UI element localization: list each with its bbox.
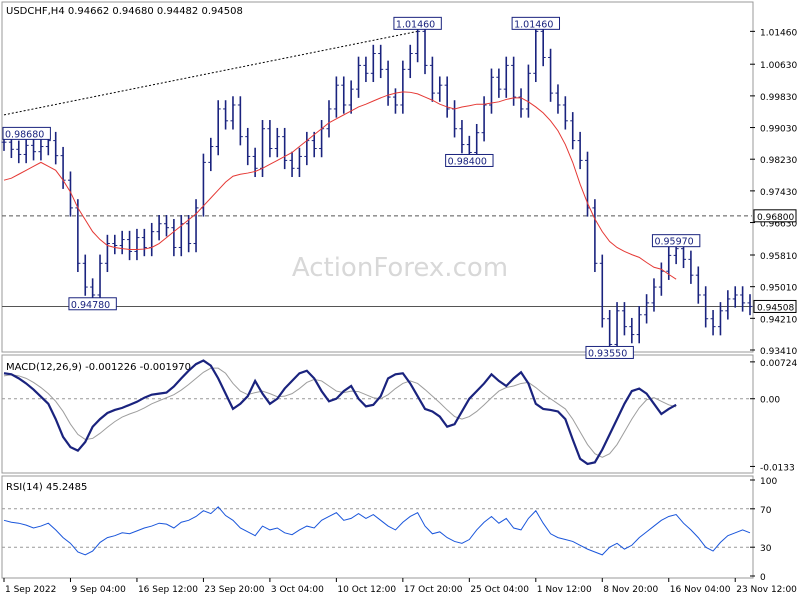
x-tick-label: 23 Nov 12:00 xyxy=(736,585,797,595)
x-tick-label: 8 Nov 20:00 xyxy=(603,585,658,595)
price-tick-label: 0.93410 xyxy=(760,347,797,357)
rsi-tick-label: 100 xyxy=(760,477,777,487)
rsi-tick-label: 70 xyxy=(760,506,772,516)
x-tick-label: 16 Sep 12:00 xyxy=(138,585,198,595)
x-tick-label: 23 Sep 20:00 xyxy=(204,585,264,595)
level-label: 0.96800 xyxy=(757,213,794,223)
price-tick-label: 0.98230 xyxy=(760,156,797,166)
x-tick-label: 1 Sep 2022 xyxy=(5,585,56,595)
axes-layer: 1.01460 1.00630 0.99830 0.99030 0.98230 0.974… xyxy=(3,28,797,595)
price-annotation-label: 1.01460 xyxy=(396,19,435,30)
rsi-label: RSI(14) 45.2485 xyxy=(6,482,87,493)
watermark: ActionForex.com xyxy=(292,253,508,283)
price-annotation-label: 0.95970 xyxy=(654,237,693,248)
x-tick-label: 9 Sep 04:00 xyxy=(71,585,126,595)
macd-tick-label: -0.0133 xyxy=(760,463,795,473)
x-tick-label: 1 Nov 12:00 xyxy=(537,585,592,595)
price-tick-label: 1.00630 xyxy=(760,61,797,71)
chart-container: USDCHF,H4 0.94662 0.94680 0.94482 0.9450… xyxy=(0,0,800,600)
price-tick-label: 0.99030 xyxy=(760,125,797,135)
ohlc-header: USDCHF,H4 0.94662 0.94680 0.94482 0.9450… xyxy=(6,6,243,17)
rsi-tick-label: 0 xyxy=(760,573,766,583)
price-annotation-label: 0.93550 xyxy=(588,348,627,359)
x-tick-label: 16 Nov 04:00 xyxy=(670,585,731,595)
level-label: 0.94508 xyxy=(757,303,794,313)
price-annotation-label: 0.98680 xyxy=(5,129,44,140)
trendline xyxy=(3,30,418,116)
price-annotation-label: 0.98400 xyxy=(448,156,487,167)
moving-average-line xyxy=(3,91,677,280)
macd-line xyxy=(3,359,677,466)
x-tick-label: 10 Oct 12:00 xyxy=(337,585,396,595)
price-tick-label: 0.95810 xyxy=(760,252,797,262)
chart-svg: USDCHF,H4 0.94662 0.94680 0.94482 0.9450… xyxy=(1,1,797,595)
x-tick-label: 25 Oct 04:00 xyxy=(470,585,529,595)
price-tick-label: 0.97430 xyxy=(760,188,797,198)
price-tick-label: 0.95010 xyxy=(760,284,797,294)
macd-label: MACD(12,26,9) -0.001226 -0.001970 xyxy=(6,362,191,373)
x-tick-label: 17 Oct 20:00 xyxy=(404,585,463,595)
rsi-panel-frame xyxy=(1,475,754,579)
price-annotation-label: 1.01460 xyxy=(514,19,553,30)
price-tick-label: 0.94210 xyxy=(760,315,797,325)
annotation-layer: 0.98680 0.94780 1.01460 1.01460 0.98400 0.959… xyxy=(2,16,701,359)
macd-tick-label: 0.00 xyxy=(760,396,780,406)
price-tick-label: 1.01460 xyxy=(760,28,797,38)
price-annotation-label: 0.94780 xyxy=(71,300,110,311)
price-tick-label: 0.99830 xyxy=(760,93,797,103)
series-layer xyxy=(1,22,753,556)
x-tick-label: 3 Oct 04:00 xyxy=(271,585,324,595)
macd-tick-label: 0.00724 xyxy=(760,359,797,369)
rsi-tick-label: 30 xyxy=(760,544,772,554)
